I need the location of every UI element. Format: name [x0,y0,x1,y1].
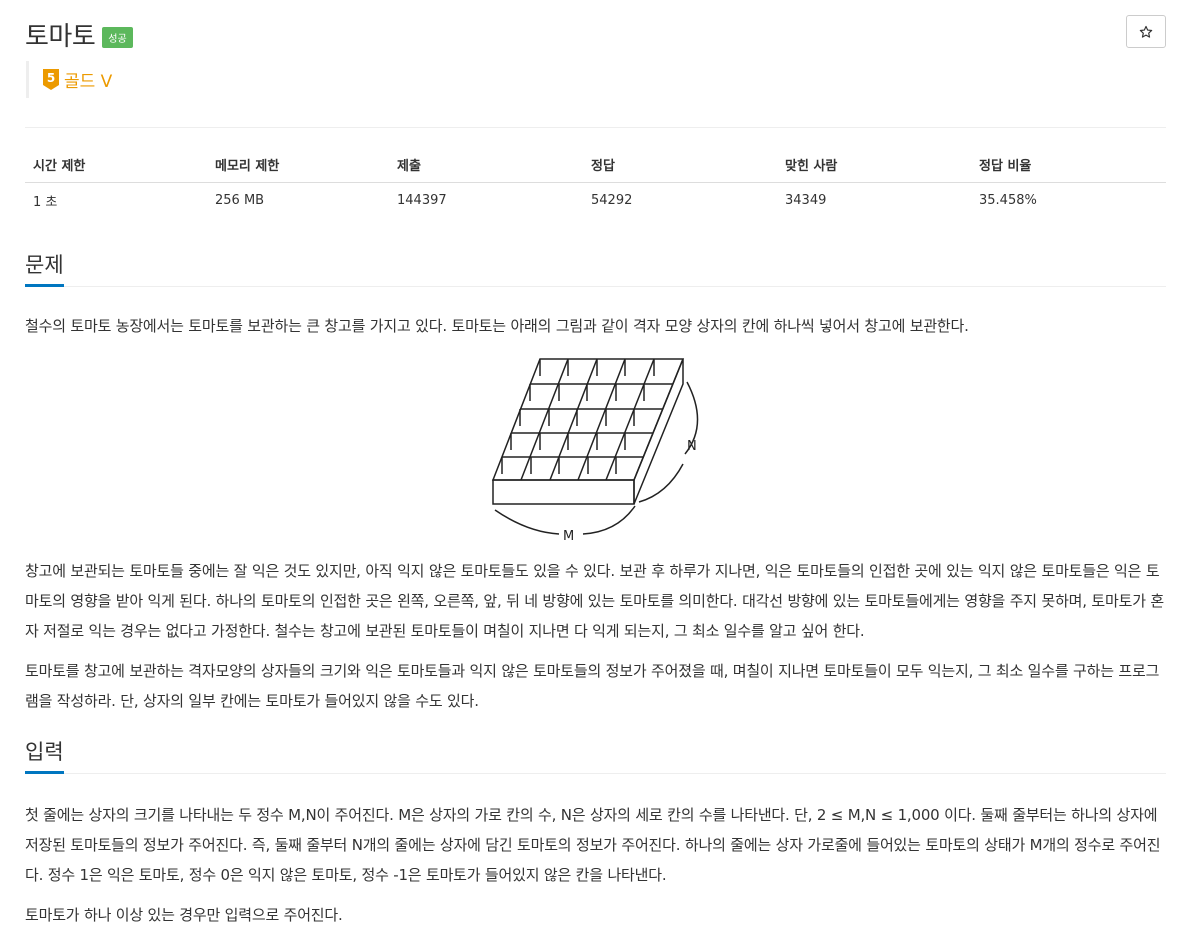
input-heading: 입력 [25,740,64,774]
solved-users-value: 34349 [785,192,827,208]
input-paragraph: 첫 줄에는 상자의 크기를 나타내는 두 정수 M,N이 주어진다. M은 상자… [25,806,1161,884]
tier-label[interactable]: 골드 V [64,67,112,92]
divider [25,127,1166,128]
favorite-button[interactable] [1126,15,1166,48]
problem-paragraph: 창고에 보관되는 토마토들 중에는 잘 익은 것도 있지만, 아직 익지 않은 … [25,562,1164,640]
problem-header: 토마토 성공 [25,14,133,54]
input-section-header: 입력 [25,740,1166,774]
tier-badge-icon[interactable]: 5 [43,68,59,91]
status-badge: 성공 [102,26,133,48]
problem-heading: 문제 [25,253,64,287]
header-accept-ratio: 정답 비율 [971,148,1166,183]
problem-paragraph: 토마토를 창고에 보관하는 격자모양의 상자들의 크기와 익은 토마토들과 익지… [25,662,1160,710]
memory-limit-value: 256 MB [215,192,265,208]
tier-info: 5 골드 V [26,61,112,98]
problem-section-header: 문제 [25,253,1166,287]
accept-ratio-value: 35.458% [979,192,1037,208]
submissions-value: 144397 [397,192,447,208]
tomato-box-figure: N M [487,354,703,544]
tier-number: 5 [47,71,55,85]
header-solved-users: 맞힌 사람 [777,148,971,183]
header-submissions: 제출 [389,148,583,183]
header-time-limit: 시간 제한 [25,148,207,183]
input-paragraph: 토마토가 하나 이상 있는 경우만 입력으로 주어진다. [25,906,343,924]
problem-paragraph: 철수의 토마토 농장에서는 토마토를 보관하는 큰 창고를 가지고 있다. 토마… [25,317,969,335]
problem-title: 토마토 [25,21,96,52]
time-limit-value: 1 초 [33,194,58,210]
table-row: 1 초 256 MB 144397 54292 34349 35.458% [25,182,1166,218]
accepted-value: 54292 [591,192,633,208]
figure-label-n: N [687,439,697,454]
figure-label-m: M [563,529,574,544]
star-outline-icon [1139,25,1153,38]
problem-info-table: 시간 제한 메모리 제한 제출 정답 맞힌 사람 정답 비율 1 초 256 M… [25,148,1166,218]
header-memory-limit: 메모리 제한 [207,148,389,183]
table-header-row: 시간 제한 메모리 제한 제출 정답 맞힌 사람 정답 비율 [25,148,1166,183]
header-accepted: 정답 [583,148,777,183]
